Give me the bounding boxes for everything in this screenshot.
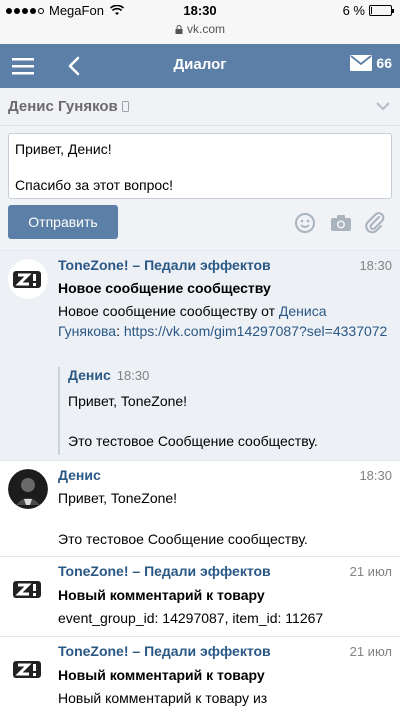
battery-fill: [371, 7, 372, 14]
quoted-message: Денис 18:30 Привет, ToneZone! Это тестово…: [58, 367, 392, 455]
message-body-text: Новое сообщение сообществу от: [58, 303, 279, 319]
message-title: Новый комментарий к товару: [58, 667, 265, 683]
nav-bar: Диалог 66: [0, 44, 400, 88]
quote-header: Денис 18:30: [68, 367, 392, 385]
message-body: Новый комментарий к товару из: [58, 690, 268, 706]
messages-count: 66: [376, 55, 392, 71]
message-date: 18:30: [359, 468, 392, 483]
quote-author[interactable]: Денис: [68, 367, 111, 383]
message-item[interactable]: ToneZone! – Педали эффектов 21 июл Новый…: [0, 636, 400, 712]
tonezone-avatar: [8, 569, 48, 609]
contact-name: Денис Гуняков: [8, 98, 118, 115]
message-date: 21 июл: [349, 644, 392, 659]
message-line: Привет, ToneZone!: [58, 490, 178, 506]
tonezone-avatar: [8, 649, 48, 689]
message-item[interactable]: ToneZone! – Педали эффектов 18:30 Новое …: [0, 250, 400, 460]
paperclip-icon[interactable]: [364, 212, 386, 234]
message-author[interactable]: ToneZone! – Педали эффектов: [58, 563, 271, 579]
message-author[interactable]: Денис: [58, 467, 101, 483]
battery-percent: 6 %: [342, 3, 365, 18]
mail-icon: [350, 55, 373, 71]
message-body: Новое сообщение сообществу от Дениса Гун…: [58, 301, 388, 341]
dialog-contact: Денис Гуняков: [8, 98, 129, 115]
quote-text: Привет, ToneZone! Это тестовое Сообщение…: [68, 393, 318, 449]
message-body: event_group_id: 14297087, item_id: 11267: [58, 610, 324, 626]
messages-button[interactable]: 66: [350, 55, 392, 71]
status-bar: MegaFon 18:30 6 % vk.com: [0, 0, 400, 44]
dialog-header[interactable]: Денис Гуняков: [0, 88, 400, 126]
lock-icon: [175, 24, 183, 34]
user-avatar: [8, 469, 48, 509]
compose-area: Привет, Денис! Спасибо за этот вопрос! О…: [0, 126, 400, 250]
message-date: 21 июл: [349, 564, 392, 579]
address-bar[interactable]: vk.com: [0, 22, 400, 36]
phone-icon: [121, 101, 129, 112]
url-text: vk.com: [186, 22, 225, 36]
quote-time: 18:30: [116, 368, 150, 383]
message-author[interactable]: ToneZone! – Педали эффектов: [58, 643, 271, 659]
page-title: Диалог: [173, 56, 227, 73]
chevron-down-icon[interactable]: [376, 101, 390, 111]
message-author[interactable]: ToneZone! – Педали эффектов: [58, 257, 271, 273]
message-item[interactable]: ToneZone! – Педали эффектов 21 июл Новый…: [0, 556, 400, 636]
message-title: Новое сообщение сообществу: [58, 280, 271, 296]
message-body-colon: :: [116, 323, 120, 339]
message-line: Это тестовое Сообщение сообществу.: [58, 531, 308, 547]
tonezone-avatar: [8, 259, 48, 299]
battery-icon: [369, 5, 394, 16]
message-date: 18:30: [359, 258, 392, 273]
clock: 18:30: [183, 3, 217, 18]
camera-icon[interactable]: [330, 212, 352, 234]
message-item[interactable]: Денис 18:30 Привет, ToneZone! Это тестов…: [0, 460, 400, 556]
message-input[interactable]: Привет, Денис! Спасибо за этот вопрос!: [8, 133, 392, 199]
battery: 6 %: [342, 3, 394, 18]
message-title: Новый комментарий к товару: [58, 587, 265, 603]
send-button[interactable]: Отправить: [8, 205, 118, 239]
smile-icon[interactable]: [294, 212, 316, 234]
dialog-link[interactable]: https://vk.com/gim14297087?sel=4337072: [124, 323, 387, 339]
